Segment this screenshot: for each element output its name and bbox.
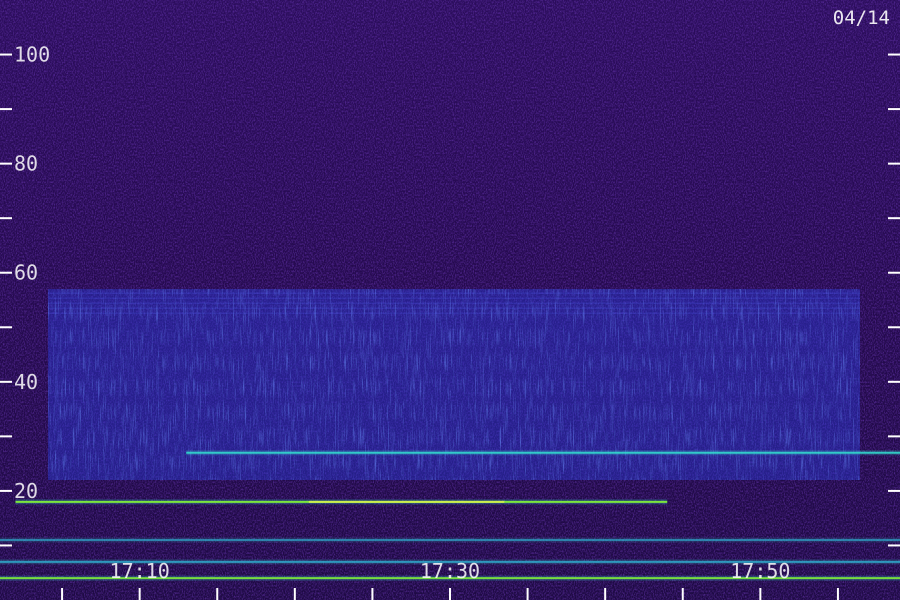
y-tick-label-3: 80 bbox=[14, 152, 38, 176]
y-tick-label-4: 100 bbox=[14, 43, 50, 67]
date-label: 04/14 bbox=[833, 7, 890, 29]
y-tick-label-2: 60 bbox=[14, 261, 38, 285]
y-tick-label-1: 40 bbox=[14, 370, 38, 394]
y-tick-label-0: 20 bbox=[14, 479, 38, 503]
spectrogram-chart: 20 40 60 80 100 17:10 17:30 17:50 04/14 bbox=[0, 0, 900, 600]
x-tick-label-1: 17:30 bbox=[420, 559, 480, 583]
x-tick-label-2: 17:50 bbox=[730, 559, 790, 583]
x-tick-label-0: 17:10 bbox=[110, 559, 170, 583]
